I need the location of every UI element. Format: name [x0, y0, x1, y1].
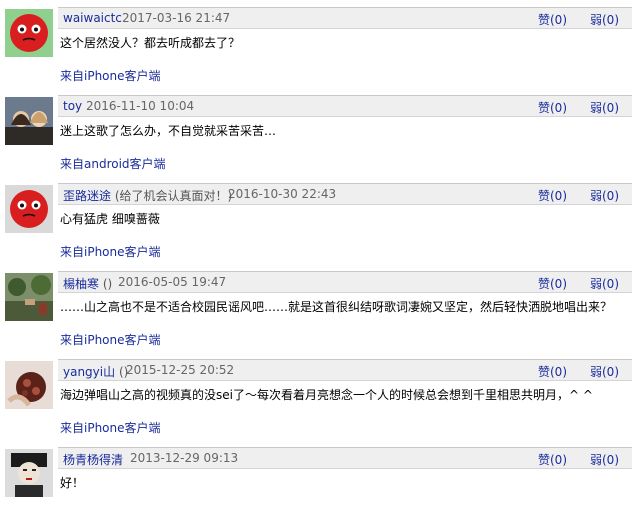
user-signature: (给了机会认真面对！)	[114, 189, 233, 203]
username[interactable]: waiwaictc	[63, 11, 122, 25]
comment-item: toy 2016-11-10 10:04 赞(0) 弱(0) 迷上这歌了怎么办，…	[0, 92, 640, 180]
dislike-button[interactable]: 弱(0)	[590, 363, 619, 380]
comment-item: yangyi山 () 2015-12-25 20:52 赞(0) 弱(0) 海边…	[0, 356, 640, 444]
comment-item: 歪路迷途 (给了机会认真面对！) 2016-10-30 22:43 赞(0) 弱…	[0, 180, 640, 268]
photo-avatar-icon	[5, 361, 53, 409]
user-avatar[interactable]	[5, 97, 53, 145]
comment-text: 好！	[60, 476, 85, 490]
photo-avatar-icon	[5, 449, 53, 497]
comment-text: 海边弹唱山之高的视频真的没sei了～每次看着月亮想念一个人的时候总会想到千里相思…	[60, 388, 593, 402]
comment-time: 2016-05-05 19:47	[118, 275, 227, 289]
comment-item: 楊柚寒 () 2016-05-05 19:47 赞(0) 弱(0) ……山之高也…	[0, 268, 640, 356]
comment-header: 歪路迷途 (给了机会认真面对！) 2016-10-30 22:43 赞(0) 弱…	[58, 183, 632, 205]
dislike-button[interactable]: 弱(0)	[590, 187, 619, 204]
comment-header: waiwaictc 2017-03-16 21:47 赞(0) 弱(0)	[58, 7, 632, 29]
like-button[interactable]: 赞(0)	[538, 11, 567, 28]
dislike-button[interactable]: 弱(0)	[590, 451, 619, 468]
photo-avatar-icon	[5, 273, 53, 321]
comment-time: 2017-03-16 21:47	[122, 11, 231, 25]
dislike-button[interactable]: 弱(0)	[590, 11, 619, 28]
comment-text: 心有猛虎 细嗅蔷薇	[60, 212, 160, 226]
comment-header: toy 2016-11-10 10:04 赞(0) 弱(0)	[58, 95, 632, 117]
client-source-link[interactable]: 来自iPhone客户端	[60, 243, 161, 260]
username-text[interactable]: 歪路迷途	[63, 189, 111, 203]
comment-time: 2016-11-10 10:04	[86, 99, 195, 113]
comment-time: 2016-10-30 22:43	[228, 187, 337, 201]
like-button[interactable]: 赞(0)	[538, 275, 567, 292]
user-avatar[interactable]	[5, 185, 53, 233]
username-text[interactable]: yangyi山	[63, 365, 115, 379]
client-source-link[interactable]: 来自iPhone客户端	[60, 419, 161, 436]
dislike-button[interactable]: 弱(0)	[590, 275, 619, 292]
comment-header: 楊柚寒 () 2016-05-05 19:47 赞(0) 弱(0)	[58, 271, 632, 293]
red-face-avatar-icon	[5, 9, 53, 57]
comment-time: 2015-12-25 20:52	[126, 363, 235, 377]
username[interactable]: yangyi山 ()	[63, 363, 128, 380]
username[interactable]: 歪路迷途 (给了机会认真面对！)	[63, 187, 232, 204]
client-source-link[interactable]: 来自iPhone客户端	[60, 67, 161, 84]
client-source-link[interactable]: 来自android客户端	[60, 155, 166, 172]
comment-item: 杨青杨得清 2013-12-29 09:13 赞(0) 弱(0) 好！	[0, 444, 640, 509]
client-source-link[interactable]: 来自iPhone客户端	[60, 331, 161, 348]
dislike-button[interactable]: 弱(0)	[590, 99, 619, 116]
username[interactable]: toy	[63, 99, 82, 113]
like-button[interactable]: 赞(0)	[538, 99, 567, 116]
comment-text: 这个居然没人？都去听成都去了？	[60, 36, 241, 50]
user-avatar[interactable]	[5, 449, 53, 497]
user-avatar[interactable]	[5, 361, 53, 409]
comment-text: 迷上这歌了怎么办，不自觉就采苦采苦…	[60, 124, 277, 138]
red-face-avatar-icon	[5, 185, 53, 233]
user-avatar[interactable]	[5, 273, 53, 321]
like-button[interactable]: 赞(0)	[538, 187, 567, 204]
comment-time: 2013-12-29 09:13	[130, 451, 239, 465]
comment-text: ……山之高也不是不适合校园民谣风吧……就是这首很纠结呀歌词凄婉又坚定，然后轻快洒…	[60, 300, 613, 314]
username[interactable]: 楊柚寒 ()	[63, 275, 112, 292]
username[interactable]: 杨青杨得清	[63, 451, 123, 468]
like-button[interactable]: 赞(0)	[538, 363, 567, 380]
comment-header: 杨青杨得清 2013-12-29 09:13 赞(0) 弱(0)	[58, 447, 632, 469]
user-signature: ()	[102, 277, 113, 291]
user-avatar[interactable]	[5, 9, 53, 57]
comment-item: waiwaictc 2017-03-16 21:47 赞(0) 弱(0) 这个居…	[0, 4, 640, 92]
comment-header: yangyi山 () 2015-12-25 20:52 赞(0) 弱(0)	[58, 359, 632, 381]
like-button[interactable]: 赞(0)	[538, 451, 567, 468]
username-text[interactable]: 楊柚寒	[63, 277, 99, 291]
photo-avatar-icon	[5, 97, 53, 145]
